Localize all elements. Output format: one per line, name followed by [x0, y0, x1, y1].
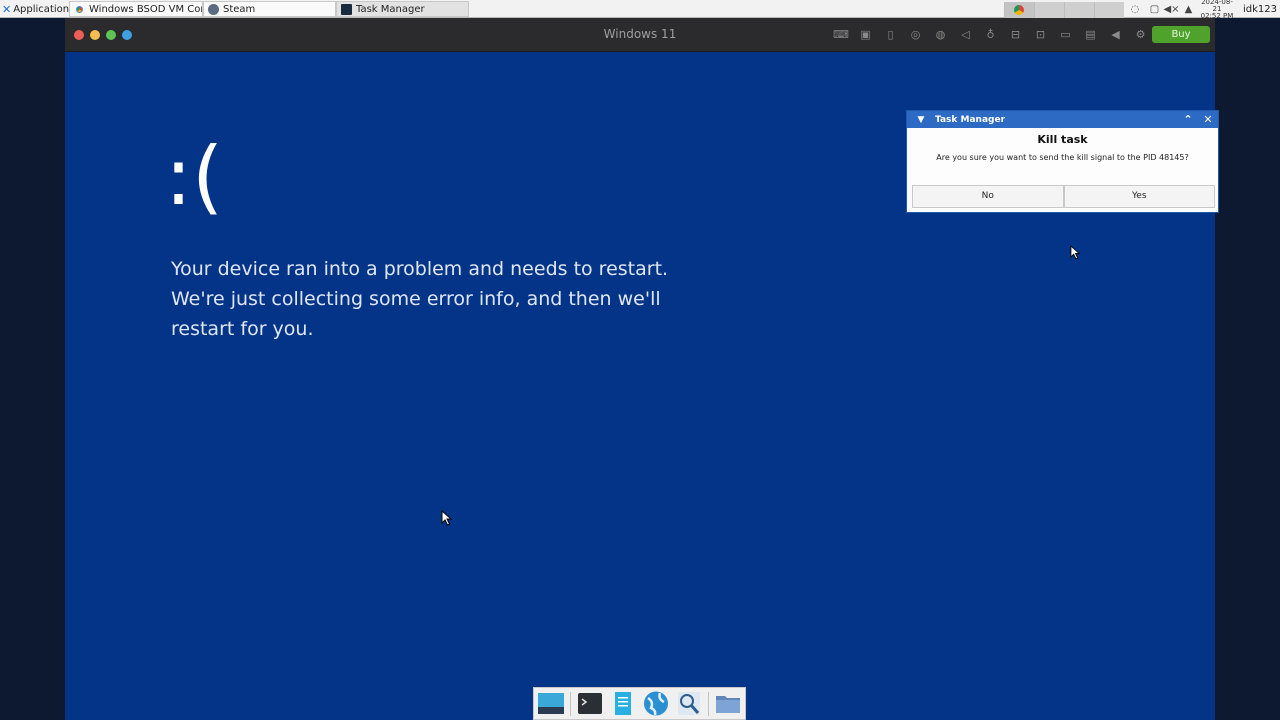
- dock-separator: [570, 691, 571, 716]
- no-button[interactable]: No: [912, 185, 1064, 208]
- disc-icon[interactable]: ◎: [908, 28, 923, 42]
- task-manager-icon: [341, 3, 352, 15]
- yes-button[interactable]: Yes: [1063, 185, 1215, 208]
- system-tray: ◌ ▢ ◀× ▲ 2024-08-21 02:52 PM idk123: [1003, 0, 1280, 20]
- bsod-message: Your device ran into a problem and needs…: [171, 254, 691, 344]
- dock-separator: [708, 691, 709, 716]
- bsod-message-line: restart for you.: [171, 318, 314, 340]
- dialog-buttons: No Yes: [912, 185, 1215, 208]
- cpu-icon[interactable]: ▣: [858, 28, 873, 42]
- applications-menu[interactable]: ✕ Applications: [0, 0, 74, 18]
- dialog-text: Are you sure you want to send the kill s…: [936, 153, 1189, 162]
- user-menu[interactable]: idk123: [1237, 4, 1280, 15]
- search-icon[interactable]: [675, 690, 703, 717]
- taskbar-item-browser[interactable]: Windows BSOD VM Compi...: [69, 1, 203, 17]
- bsod-message-line: Your device ran into a problem and needs…: [171, 258, 669, 280]
- camera-icon[interactable]: ▭: [1058, 28, 1073, 42]
- xfce-logo-icon: ✕: [2, 2, 12, 16]
- steam-icon: [208, 3, 219, 15]
- desktop-icon[interactable]: [537, 690, 565, 717]
- notification-bell-icon[interactable]: ▲: [1180, 4, 1197, 15]
- workspace-4[interactable]: [1093, 1, 1124, 18]
- taskbar-item-label: Steam: [223, 3, 256, 15]
- back-arrow-icon[interactable]: ◀: [1108, 28, 1123, 42]
- desktop-background-left: [0, 18, 65, 720]
- dialog-heading: Kill task: [1037, 133, 1088, 146]
- workspace-1[interactable]: [1003, 1, 1034, 18]
- bsod-message-line: We're just collecting some error info, a…: [171, 288, 661, 310]
- network-icon[interactable]: ◍: [933, 28, 948, 42]
- kill-task-dialog: ▼ Task Manager ⌃ ✕ Kill task Are you sur…: [906, 110, 1219, 213]
- usb-icon[interactable]: ▯: [883, 28, 898, 42]
- taskbar-item-task-manager[interactable]: Task Manager: [336, 1, 469, 17]
- microphone-icon[interactable]: ♁: [983, 28, 998, 42]
- keyboard-icon[interactable]: ⌨: [833, 28, 849, 42]
- sad-face: :(: [165, 130, 224, 223]
- chrome-icon: [1014, 4, 1025, 15]
- applications-label: Applications: [13, 3, 75, 15]
- close-icon[interactable]: ✕: [1198, 113, 1218, 126]
- taskbar-item-label: Windows BSOD VM Compi...: [89, 3, 202, 15]
- top-panel: ✕ Applications Windows BSOD VM Compi... …: [0, 0, 1280, 20]
- speaker-icon[interactable]: ◁: [958, 28, 973, 42]
- volume-muted-icon[interactable]: ◀×: [1163, 4, 1180, 15]
- hard-drive-icon[interactable]: ⊡: [1033, 28, 1048, 42]
- workspace-2[interactable]: [1033, 1, 1064, 18]
- workspace-3[interactable]: [1063, 1, 1094, 18]
- dialog-window-title: Task Manager: [935, 114, 1006, 125]
- window-menu-chevron-icon[interactable]: ▼: [907, 115, 935, 125]
- web-browser-icon[interactable]: [642, 690, 670, 717]
- dock: [533, 687, 746, 720]
- clock-date: 2024-08-21: [1201, 0, 1233, 13]
- buy-button[interactable]: Buy: [1152, 26, 1210, 43]
- shared-folder-icon[interactable]: ▤: [1083, 28, 1098, 42]
- text-editor-icon[interactable]: [609, 690, 637, 717]
- maximize-icon[interactable]: ⌃: [1178, 113, 1198, 126]
- settings-gear-icon[interactable]: ⚙: [1133, 28, 1148, 42]
- taskbar-item-steam[interactable]: Steam: [203, 1, 336, 17]
- terminal-icon[interactable]: [576, 690, 604, 717]
- gamepad-icon[interactable]: ▢: [1146, 4, 1163, 15]
- dialog-titlebar[interactable]: ▼ Task Manager ⌃ ✕: [907, 111, 1218, 128]
- file-manager-icon[interactable]: [714, 690, 742, 717]
- printer-icon[interactable]: ⊟: [1008, 28, 1023, 42]
- desktop-background-right: [1215, 18, 1280, 720]
- chrome-icon: [74, 3, 85, 15]
- status-icon[interactable]: ◌: [1124, 4, 1146, 15]
- clock[interactable]: 2024-08-21 02:52 PM: [1197, 0, 1237, 20]
- taskbar-item-label: Task Manager: [356, 3, 425, 15]
- vm-window-titlebar[interactable]: Windows 11 ⌨ ▣ ▯ ◎ ◍ ◁ ♁ ⊟ ⊡ ▭ ▤ ◀ ⚙ Buy: [65, 18, 1215, 52]
- vm-toolbar: ⌨ ▣ ▯ ◎ ◍ ◁ ♁ ⊟ ⊡ ▭ ▤ ◀ ⚙: [833, 28, 1148, 42]
